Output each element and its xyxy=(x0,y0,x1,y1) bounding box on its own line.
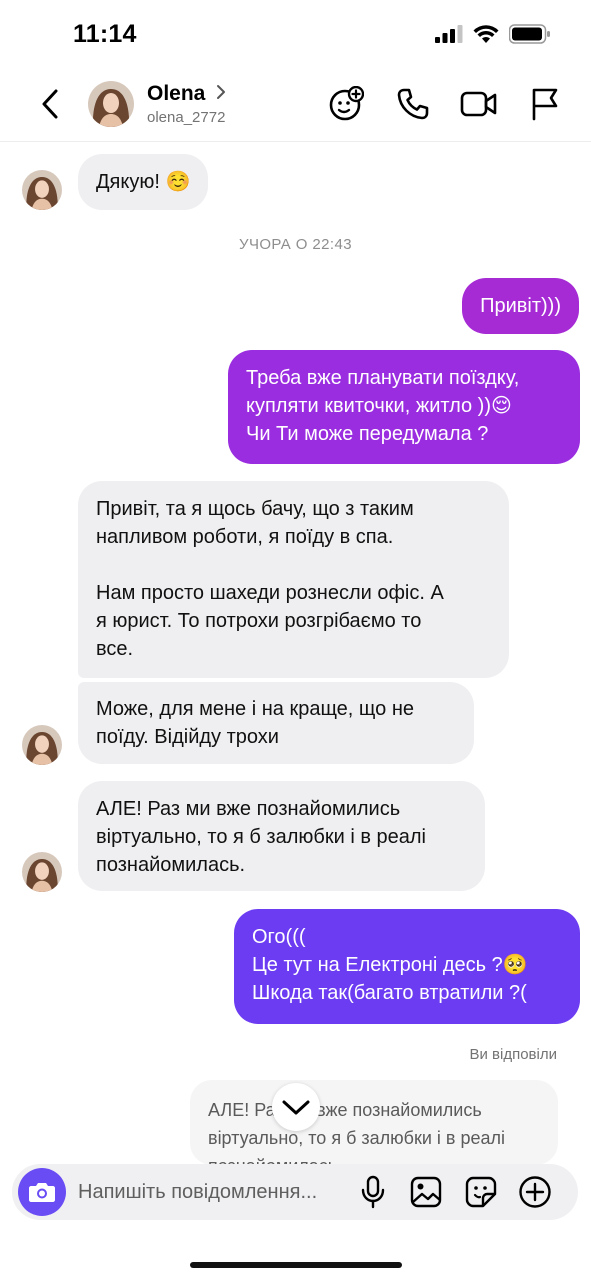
add-effects-button[interactable] xyxy=(327,85,365,123)
chat-header: Olena olena_2772 xyxy=(0,70,591,142)
status-time: 11:14 xyxy=(73,20,137,48)
image-icon xyxy=(410,1176,442,1208)
contact-username: olena_2772 xyxy=(147,109,226,126)
message-bubble-incoming[interactable]: Може, для мене і на краще, що не поїду. … xyxy=(78,682,474,764)
message-bubble-incoming[interactable]: АЛЕ! Раз ми вже познайомились віртуально… xyxy=(78,781,485,891)
date-separator: УЧОРА О 22:43 xyxy=(239,236,352,253)
sticker-plus-icon xyxy=(329,86,364,121)
camera-button[interactable] xyxy=(18,1168,66,1216)
camera-icon xyxy=(29,1183,55,1202)
home-indicator[interactable] xyxy=(190,1262,402,1268)
message-input[interactable] xyxy=(78,1178,348,1206)
video-call-button[interactable] xyxy=(460,85,498,123)
battery-icon xyxy=(509,24,550,44)
chevron-left-icon xyxy=(42,89,58,119)
message-composer xyxy=(12,1164,578,1220)
phone-icon xyxy=(397,88,429,120)
message-bubble-incoming[interactable]: Дякую! ☺️ xyxy=(78,154,209,210)
message-bubble-outgoing[interactable]: Привіт))) xyxy=(462,278,579,334)
message-bubble-outgoing[interactable]: Треба вже планувати поїздку, купляти кви… xyxy=(228,350,580,464)
status-icons xyxy=(435,24,551,44)
sender-avatar[interactable] xyxy=(22,725,62,765)
sender-avatar[interactable] xyxy=(22,852,62,892)
chevron-right-icon[interactable] xyxy=(214,82,228,102)
scroll-to-bottom-button[interactable] xyxy=(272,1083,320,1131)
plus-circle-icon xyxy=(519,1176,551,1208)
voice-message-button[interactable] xyxy=(355,1174,391,1210)
contact-name[interactable]: Olena xyxy=(147,82,205,106)
microphone-icon xyxy=(361,1175,385,1209)
message-bubble-outgoing[interactable]: Ого((( Це тут на Електроні десь ?🥺 Шкода… xyxy=(234,909,580,1024)
message-text: АЛЕ! Раз ми вже познайомились віртуально… xyxy=(96,798,426,876)
back-button[interactable] xyxy=(32,86,68,122)
video-camera-icon xyxy=(460,91,497,117)
message-text: Дякую! ☺️ xyxy=(96,171,191,193)
voice-call-button[interactable] xyxy=(394,85,432,123)
message-text: Ого((( Це тут на Електроні десь ?🥺 Шкода… xyxy=(252,926,528,1004)
gallery-button[interactable] xyxy=(408,1174,444,1210)
reply-label: Ви відповіли xyxy=(469,1046,557,1063)
sticker-icon xyxy=(465,1176,497,1208)
reply-quote[interactable]: АЛЕ! Раз ми вже познайомились віртуально… xyxy=(190,1080,558,1165)
message-text: Привіт, та я щось бачу, що з таким напли… xyxy=(96,498,444,660)
more-options-button[interactable] xyxy=(517,1174,553,1210)
message-text: Привіт))) xyxy=(480,295,561,317)
sticker-button[interactable] xyxy=(463,1174,499,1210)
wifi-icon xyxy=(473,25,499,43)
message-bubble-incoming[interactable]: Привіт, та я щось бачу, що з таким напли… xyxy=(78,481,509,678)
contact-avatar[interactable] xyxy=(88,81,134,127)
signal-icon xyxy=(435,25,463,43)
sender-avatar[interactable] xyxy=(22,170,62,210)
message-text: Може, для мене і на краще, що не поїду. … xyxy=(96,698,414,748)
status-bar: 11:14 xyxy=(0,0,591,70)
report-button[interactable] xyxy=(526,85,564,123)
flag-icon xyxy=(532,88,558,121)
chevron-down-icon xyxy=(282,1100,310,1115)
message-text: Треба вже планувати поїздку, купляти кви… xyxy=(246,367,520,445)
